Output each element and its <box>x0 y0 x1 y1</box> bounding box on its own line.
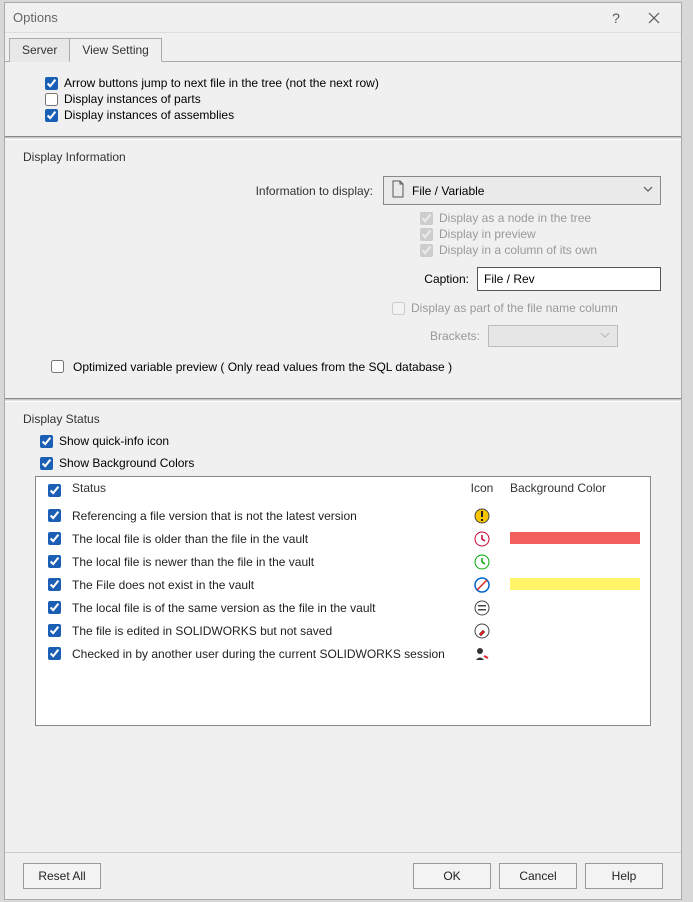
display-status-group-title: Display Status <box>5 402 681 432</box>
status-select-all[interactable] <box>48 484 61 497</box>
display-node-checkbox: Display as a node in the tree <box>420 211 661 225</box>
status-row-text: Checked in by another user during the cu… <box>66 647 460 661</box>
quick-info-input[interactable] <box>40 435 53 448</box>
display-parts-label: Display instances of parts <box>64 92 201 106</box>
status-row-text: The File does not exist in the vault <box>66 578 460 592</box>
bg-colors-checkbox[interactable]: Show Background Colors <box>40 456 681 470</box>
status-row-checkbox[interactable] <box>48 578 61 591</box>
display-node-input <box>420 212 433 225</box>
help-button[interactable]: Help <box>585 863 663 889</box>
status-row-text: The local file is of the same version as… <box>66 601 460 615</box>
status-row-icon <box>460 600 504 616</box>
top-options: Arrow buttons jump to next file in the t… <box>5 62 681 132</box>
dialog-content: Arrow buttons jump to next file in the t… <box>5 62 681 852</box>
status-row-icon <box>460 646 504 662</box>
status-row-checkbox[interactable] <box>48 647 61 660</box>
display-parts-checkbox[interactable]: Display instances of parts <box>45 92 661 106</box>
button-bar: Reset All OK Cancel Help <box>5 852 681 899</box>
status-row: The local file is newer than the file in… <box>36 550 650 573</box>
window-title: Options <box>13 10 597 25</box>
status-row-icon <box>460 577 504 593</box>
display-asm-label: Display instances of assemblies <box>64 108 234 122</box>
brackets-label: Brackets: <box>420 329 480 343</box>
chevron-down-icon <box>642 183 654 198</box>
tab-bar: Server View Setting <box>5 33 681 62</box>
status-row-text: Referencing a file version that is not t… <box>66 509 460 523</box>
status-row-bg[interactable] <box>504 532 644 546</box>
display-filename-label: Display as part of the file name column <box>411 301 618 315</box>
status-row: The local file is older than the file in… <box>36 527 650 550</box>
options-dialog: Options ? Server View Setting Arrow butt… <box>4 2 682 900</box>
status-row-icon <box>460 554 504 570</box>
cancel-button[interactable]: Cancel <box>499 863 577 889</box>
display-filename-checkbox: Display as part of the file name column <box>392 301 661 315</box>
optimized-preview-input[interactable] <box>51 360 64 373</box>
caption-input[interactable] <box>477 267 661 291</box>
status-row-text: The local file is older than the file in… <box>66 532 460 546</box>
status-row-text: The file is edited in SOLIDWORKS but not… <box>66 624 460 638</box>
optimized-preview-label: Optimized variable preview ( Only read v… <box>73 360 452 374</box>
status-row-bg[interactable] <box>504 624 644 638</box>
tab-view-setting[interactable]: View Setting <box>69 38 162 62</box>
status-row: The File does not exist in the vault <box>36 573 650 596</box>
optimized-preview-checkbox[interactable]: Optimized variable preview ( Only read v… <box>47 357 661 376</box>
arrow-jump-label: Arrow buttons jump to next file in the t… <box>64 76 379 90</box>
bg-colors-input[interactable] <box>40 457 53 470</box>
status-row-checkbox[interactable] <box>48 624 61 637</box>
display-info-group-title: Display Information <box>5 140 681 170</box>
status-row-bg[interactable] <box>504 509 644 523</box>
status-col-status: Status <box>66 481 460 500</box>
status-row: Checked in by another user during the cu… <box>36 642 650 665</box>
status-row: Referencing a file version that is not t… <box>36 504 650 527</box>
status-col-icon: Icon <box>460 481 504 500</box>
display-preview-label: Display in preview <box>439 227 536 241</box>
status-row-bg[interactable] <box>504 578 644 592</box>
display-info-section: Information to display: File / Variable … <box>5 176 681 394</box>
caption-label: Caption: <box>420 272 469 286</box>
display-column-label: Display in a column of its own <box>439 243 597 257</box>
status-row-icon <box>460 508 504 524</box>
status-row-bg[interactable] <box>504 601 644 615</box>
titlebar: Options ? <box>5 3 681 33</box>
display-asm-checkbox[interactable]: Display instances of assemblies <box>45 108 661 122</box>
display-preview-input <box>420 228 433 241</box>
status-row: The local file is of the same version as… <box>36 596 650 619</box>
document-icon <box>390 180 406 201</box>
status-table: Status Icon Background Color Referencing… <box>35 476 651 726</box>
chevron-down-icon <box>599 329 611 344</box>
status-row-bg[interactable] <box>504 555 644 569</box>
status-row-icon <box>460 531 504 547</box>
status-row: The file is edited in SOLIDWORKS but not… <box>36 619 650 642</box>
brackets-dropdown <box>488 325 618 347</box>
bg-colors-label: Show Background Colors <box>59 456 194 470</box>
status-row-icon <box>460 623 504 639</box>
quick-info-label: Show quick-info icon <box>59 434 169 448</box>
quick-info-checkbox[interactable]: Show quick-info icon <box>40 434 681 448</box>
arrow-jump-input[interactable] <box>45 77 58 90</box>
display-column-checkbox: Display in a column of its own <box>420 243 661 257</box>
display-column-input <box>420 244 433 257</box>
close-icon[interactable] <box>635 4 673 32</box>
display-preview-checkbox: Display in preview <box>420 227 661 241</box>
display-filename-input <box>392 302 405 315</box>
status-row-checkbox[interactable] <box>48 555 61 568</box>
help-icon[interactable]: ? <box>597 4 635 32</box>
arrow-jump-checkbox[interactable]: Arrow buttons jump to next file in the t… <box>45 76 661 90</box>
display-parts-input[interactable] <box>45 93 58 106</box>
info-to-display-label: Information to display: <box>25 184 383 198</box>
ok-button[interactable]: OK <box>413 863 491 889</box>
display-node-label: Display as a node in the tree <box>439 211 591 225</box>
reset-all-button[interactable]: Reset All <box>23 863 101 889</box>
status-table-header: Status Icon Background Color <box>36 477 650 504</box>
status-row-text: The local file is newer than the file in… <box>66 555 460 569</box>
status-col-bg: Background Color <box>504 481 644 500</box>
status-row-bg[interactable] <box>504 647 644 661</box>
tab-server[interactable]: Server <box>9 38 70 62</box>
info-to-display-dropdown[interactable]: File / Variable <box>383 176 661 205</box>
info-to-display-value: File / Variable <box>412 184 484 198</box>
status-row-checkbox[interactable] <box>48 532 61 545</box>
status-row-checkbox[interactable] <box>48 601 61 614</box>
display-asm-input[interactable] <box>45 109 58 122</box>
status-row-checkbox[interactable] <box>48 509 61 522</box>
